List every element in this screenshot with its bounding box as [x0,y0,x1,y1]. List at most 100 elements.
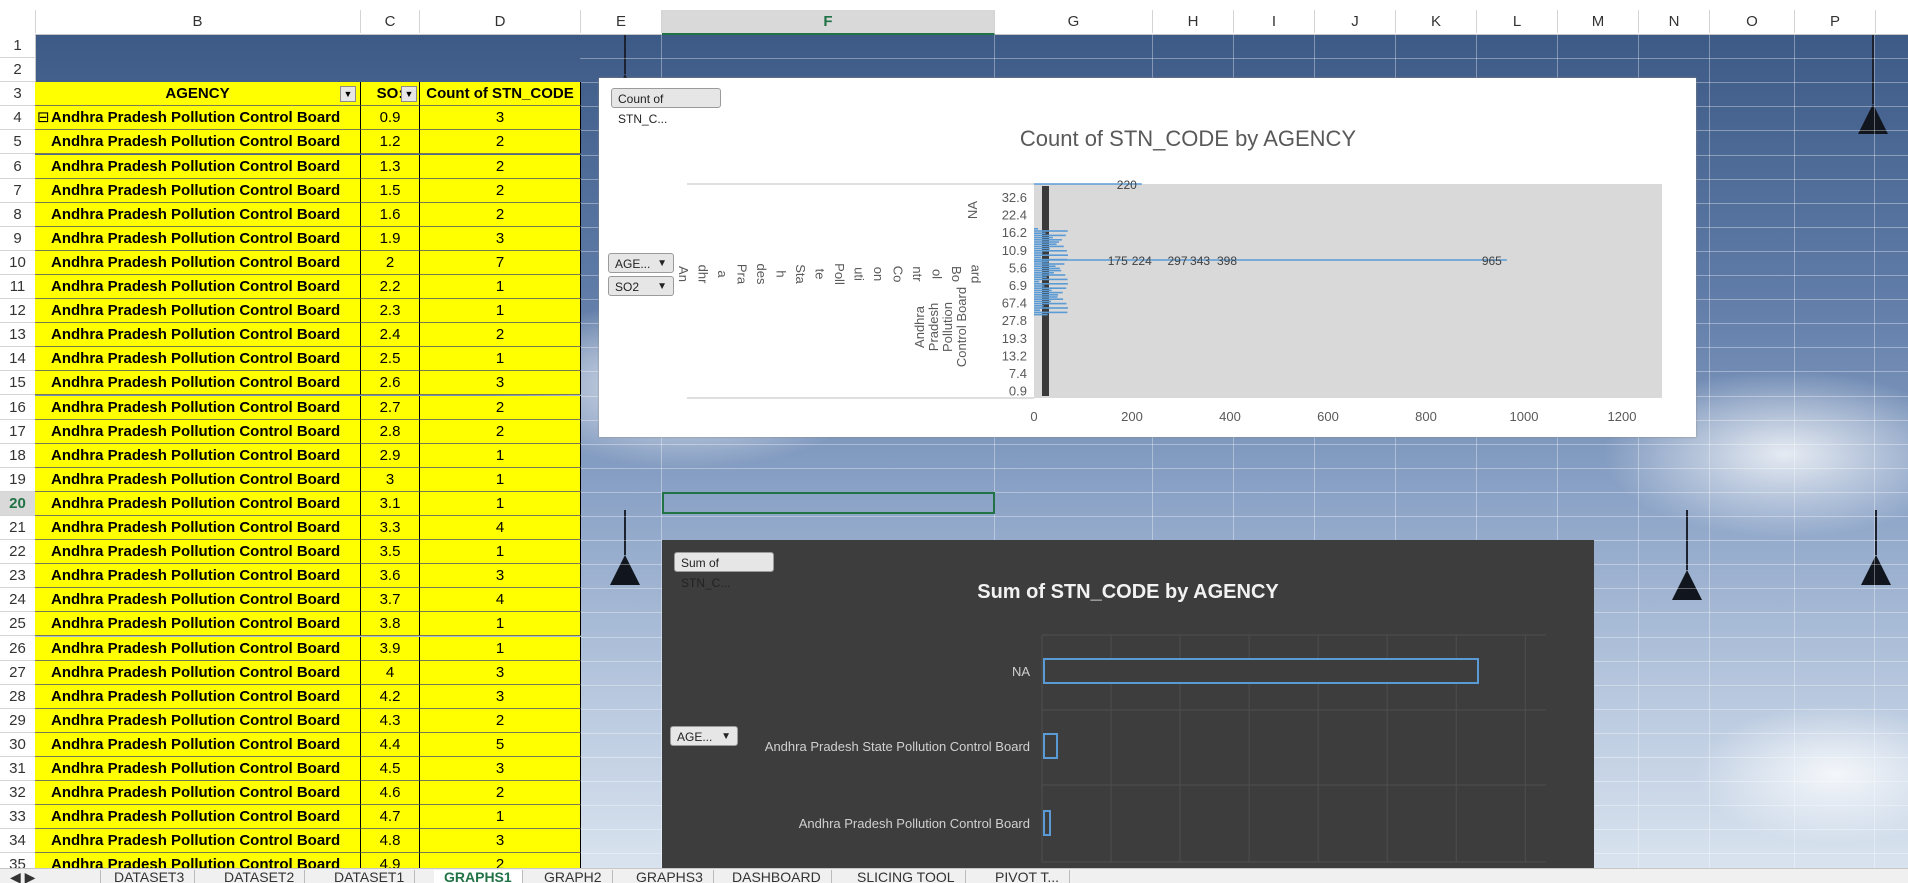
pivot-agency-cell[interactable]: Andhra Pradesh Pollution Control Board [35,323,361,348]
row-header-18[interactable]: 18 [0,443,36,468]
pivot-count-cell[interactable]: 4 [420,588,581,613]
pivot-agency-cell[interactable]: Andhra Pradesh Pollution Control Board [35,395,361,420]
column-header-k[interactable]: K [1396,10,1477,33]
row-header-19[interactable]: 19 [0,467,36,492]
sheet-tab-graphs3[interactable]: GRAPHS3 [626,870,714,883]
select-all-corner[interactable] [0,10,36,33]
row-header-29[interactable]: 29 [0,708,36,733]
pivot-count-cell[interactable]: 1 [420,275,581,300]
pivot-header-agency[interactable]: AGENCY ▼ [35,82,361,107]
column-header-b[interactable]: B [35,10,361,33]
row-header-3[interactable]: 3 [0,82,36,107]
pivot-agency-cell[interactable]: Andhra Pradesh Pollution Control Board [35,347,361,372]
tab-scroll-nav[interactable]: ◀ ▶ [0,870,101,883]
pivot-agency-cell[interactable]: Andhra Pradesh Pollution Control Board [35,299,361,324]
column-header-f[interactable]: F [662,10,995,35]
pivot-so2-cell[interactable]: 2.6 [361,371,420,396]
pivot-agency-cell[interactable]: Andhra Pradesh Pollution Control Board [35,130,361,155]
pivot-count-cell[interactable]: 5 [420,732,581,757]
pivot-count-cell[interactable]: 3 [420,226,581,251]
sheet-tab-dashboard[interactable]: DASHBOARD [722,870,832,883]
pivot-so2-cell[interactable]: 1.6 [361,202,420,227]
pivot-agency-cell[interactable]: Andhra Pradesh Pollution Control Board [35,516,361,541]
filter-dropdown-icon[interactable]: ▼ [340,86,356,103]
sheet-tab-pivot-t-[interactable]: PIVOT T... [985,870,1071,883]
pivot-agency-cell[interactable]: Andhra Pradesh Pollution Control Board [35,467,361,492]
pivot-count-cell[interactable]: 1 [420,299,581,324]
pivot-agency-cell[interactable]: Andhra Pradesh Pollution Control Board [35,178,361,203]
row-header-26[interactable]: 26 [0,636,36,661]
column-header-n[interactable]: N [1639,10,1710,33]
pivot-so2-cell[interactable]: 2 [361,250,420,275]
pivot-so2-cell[interactable]: 2.7 [361,395,420,420]
pivot-agency-cell[interactable]: Andhra Pradesh Pollution Control Board [35,757,361,782]
column-header-j[interactable]: J [1315,10,1396,33]
pivot-count-cell[interactable]: 2 [420,395,581,420]
column-header-l[interactable]: L [1477,10,1558,33]
row-header-28[interactable]: 28 [0,684,36,709]
pivot-header-so2[interactable]: SO: ▼ [361,82,420,107]
row-header-2[interactable]: 2 [0,58,36,83]
pivot-count-cell[interactable]: 3 [420,684,581,709]
row-header-10[interactable]: 10 [0,250,36,275]
row-header-5[interactable]: 5 [0,130,36,155]
pivot-count-cell[interactable]: 1 [420,636,581,661]
pivot-agency-cell[interactable]: Andhra Pradesh Pollution Control Board [35,660,361,685]
pivot-agency-cell[interactable]: Andhra Pradesh Pollution Control Board ⊟ [35,106,361,131]
row-header-13[interactable]: 13 [0,323,36,348]
column-header-p[interactable]: P [1795,10,1876,33]
pivot-so2-cell[interactable]: 3.1 [361,491,420,516]
pivot-count-cell[interactable]: 3 [420,106,581,131]
pivot-so2-cell[interactable]: 1.9 [361,226,420,251]
row-header-20[interactable]: 20 [0,491,36,516]
row-header-15[interactable]: 15 [0,371,36,396]
pivot-agency-cell[interactable]: Andhra Pradesh Pollution Control Board [35,588,361,613]
pivot-count-cell[interactable]: 2 [420,708,581,733]
pivot-agency-cell[interactable]: Andhra Pradesh Pollution Control Board [35,491,361,516]
column-header-h[interactable]: H [1153,10,1234,33]
pivot-so2-cell[interactable]: 3.8 [361,612,420,637]
sheet-tab-graph2[interactable]: GRAPH2 [534,870,613,883]
row-header-16[interactable]: 16 [0,395,36,420]
pivot-count-cell[interactable]: 2 [420,781,581,806]
pivot-agency-cell[interactable]: Andhra Pradesh Pollution Control Board [35,443,361,468]
pivot-so2-cell[interactable]: 3.5 [361,540,420,565]
sheet-tab-dataset3[interactable]: DATASET3 [104,870,196,883]
collapse-icon[interactable]: ⊟ [37,106,50,129]
pivot-count-cell[interactable]: 4 [420,516,581,541]
pivot-so2-cell[interactable]: 2.9 [361,443,420,468]
pivot-count-cell[interactable]: 1 [420,347,581,372]
pivot-so2-cell[interactable]: 2.4 [361,323,420,348]
column-header-i[interactable]: I [1234,10,1315,33]
row-header-25[interactable]: 25 [0,612,36,637]
pivot-so2-cell[interactable]: 4.2 [361,684,420,709]
row-header-9[interactable]: 9 [0,226,36,251]
row-header-7[interactable]: 7 [0,178,36,203]
pivot-agency-cell[interactable]: Andhra Pradesh Pollution Control Board [35,419,361,444]
pivot-count-cell[interactable]: 7 [420,250,581,275]
pivot-count-cell[interactable]: 1 [420,443,581,468]
pivot-agency-cell[interactable]: Andhra Pradesh Pollution Control Board [35,805,361,830]
pivot-so2-cell[interactable]: 4 [361,660,420,685]
sheet-tab-slicing-tool[interactable]: SLICING TOOL [847,870,966,883]
column-header-g[interactable]: G [995,10,1153,33]
sum-chart[interactable]: Sum of STN_C... AGE... ▼ Sum of STN_CODE … [662,540,1594,870]
selected-cell-f20[interactable] [662,492,995,514]
pivot-so2-cell[interactable]: 2.8 [361,419,420,444]
pivot-agency-cell[interactable]: Andhra Pradesh Pollution Control Board [35,829,361,854]
pivot-so2-cell[interactable]: 1.2 [361,130,420,155]
pivot-count-cell[interactable]: 1 [420,540,581,565]
pivot-count-cell[interactable]: 3 [420,371,581,396]
column-header-m[interactable]: M [1558,10,1639,33]
row-header-8[interactable]: 8 [0,202,36,227]
pivot-agency-cell[interactable]: Andhra Pradesh Pollution Control Board [35,540,361,565]
row-header-14[interactable]: 14 [0,347,36,372]
pivot-count-cell[interactable]: 1 [420,612,581,637]
row-header-30[interactable]: 30 [0,732,36,757]
pivot-agency-cell[interactable]: Andhra Pradesh Pollution Control Board [35,612,361,637]
pivot-count-cell[interactable]: 3 [420,757,581,782]
row-header-1[interactable]: 1 [0,34,36,59]
column-header-o[interactable]: O [1710,10,1795,33]
row-header-23[interactable]: 23 [0,564,36,589]
pivot-so2-cell[interactable]: 3.6 [361,564,420,589]
